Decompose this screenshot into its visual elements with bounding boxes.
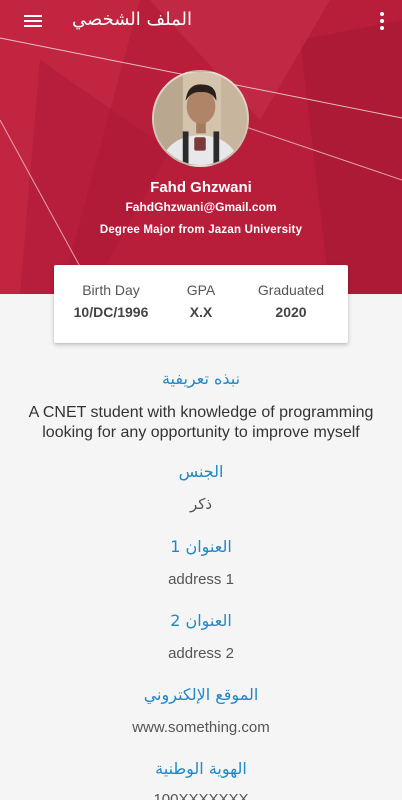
address1-title: العنوان 1 xyxy=(170,537,232,556)
address2-value: address 2 xyxy=(168,645,234,662)
profile-name: Fahd Ghzwani xyxy=(150,179,252,196)
stat-label: Graduated xyxy=(257,282,325,298)
hamburger-menu-icon[interactable] xyxy=(24,12,48,32)
gender-value: ذكر xyxy=(189,496,213,513)
page-title: الملف الشخصي xyxy=(72,9,192,30)
profile-degree: Degree Major from Jazan University xyxy=(99,224,303,236)
national-id-value: 100XXXXXXX xyxy=(153,791,249,800)
about-title: نبذه تعريفية xyxy=(161,369,241,388)
avatar xyxy=(152,70,249,167)
stat-label: Birth Day xyxy=(82,282,140,298)
about-line-1: A CNET student with knowledge of program… xyxy=(28,404,374,421)
website-value[interactable]: www.something.com xyxy=(0,719,402,736)
address1-value: address 1 xyxy=(168,571,234,588)
stat-label: GPA xyxy=(186,282,216,298)
profile-email: FahdGhzwani@Gmail.com xyxy=(125,200,277,214)
gender-title: الجنس xyxy=(178,462,224,481)
about-line-2: looking for any opportunity to improve m… xyxy=(42,424,360,441)
stat-value: X.X xyxy=(189,304,213,320)
stat-gpa: GPA X.X xyxy=(156,265,246,343)
stat-value: 10/DC/1996 xyxy=(73,304,149,320)
address2-title: العنوان 2 xyxy=(170,611,232,630)
stat-value: 2020 xyxy=(275,304,307,320)
website-title: الموقع الإلكتروني xyxy=(143,685,259,704)
app-bar: الملف الشخصي xyxy=(0,0,402,44)
national-id-title: الهوية الوطنية xyxy=(155,759,247,778)
stat-birth-day: Birth Day 10/DC/1996 xyxy=(66,265,156,343)
more-vert-icon[interactable] xyxy=(378,12,386,32)
stat-graduated: Graduated 2020 xyxy=(246,265,336,343)
stats-card: Birth Day 10/DC/1996 GPA X.X Graduated 2… xyxy=(54,265,348,343)
